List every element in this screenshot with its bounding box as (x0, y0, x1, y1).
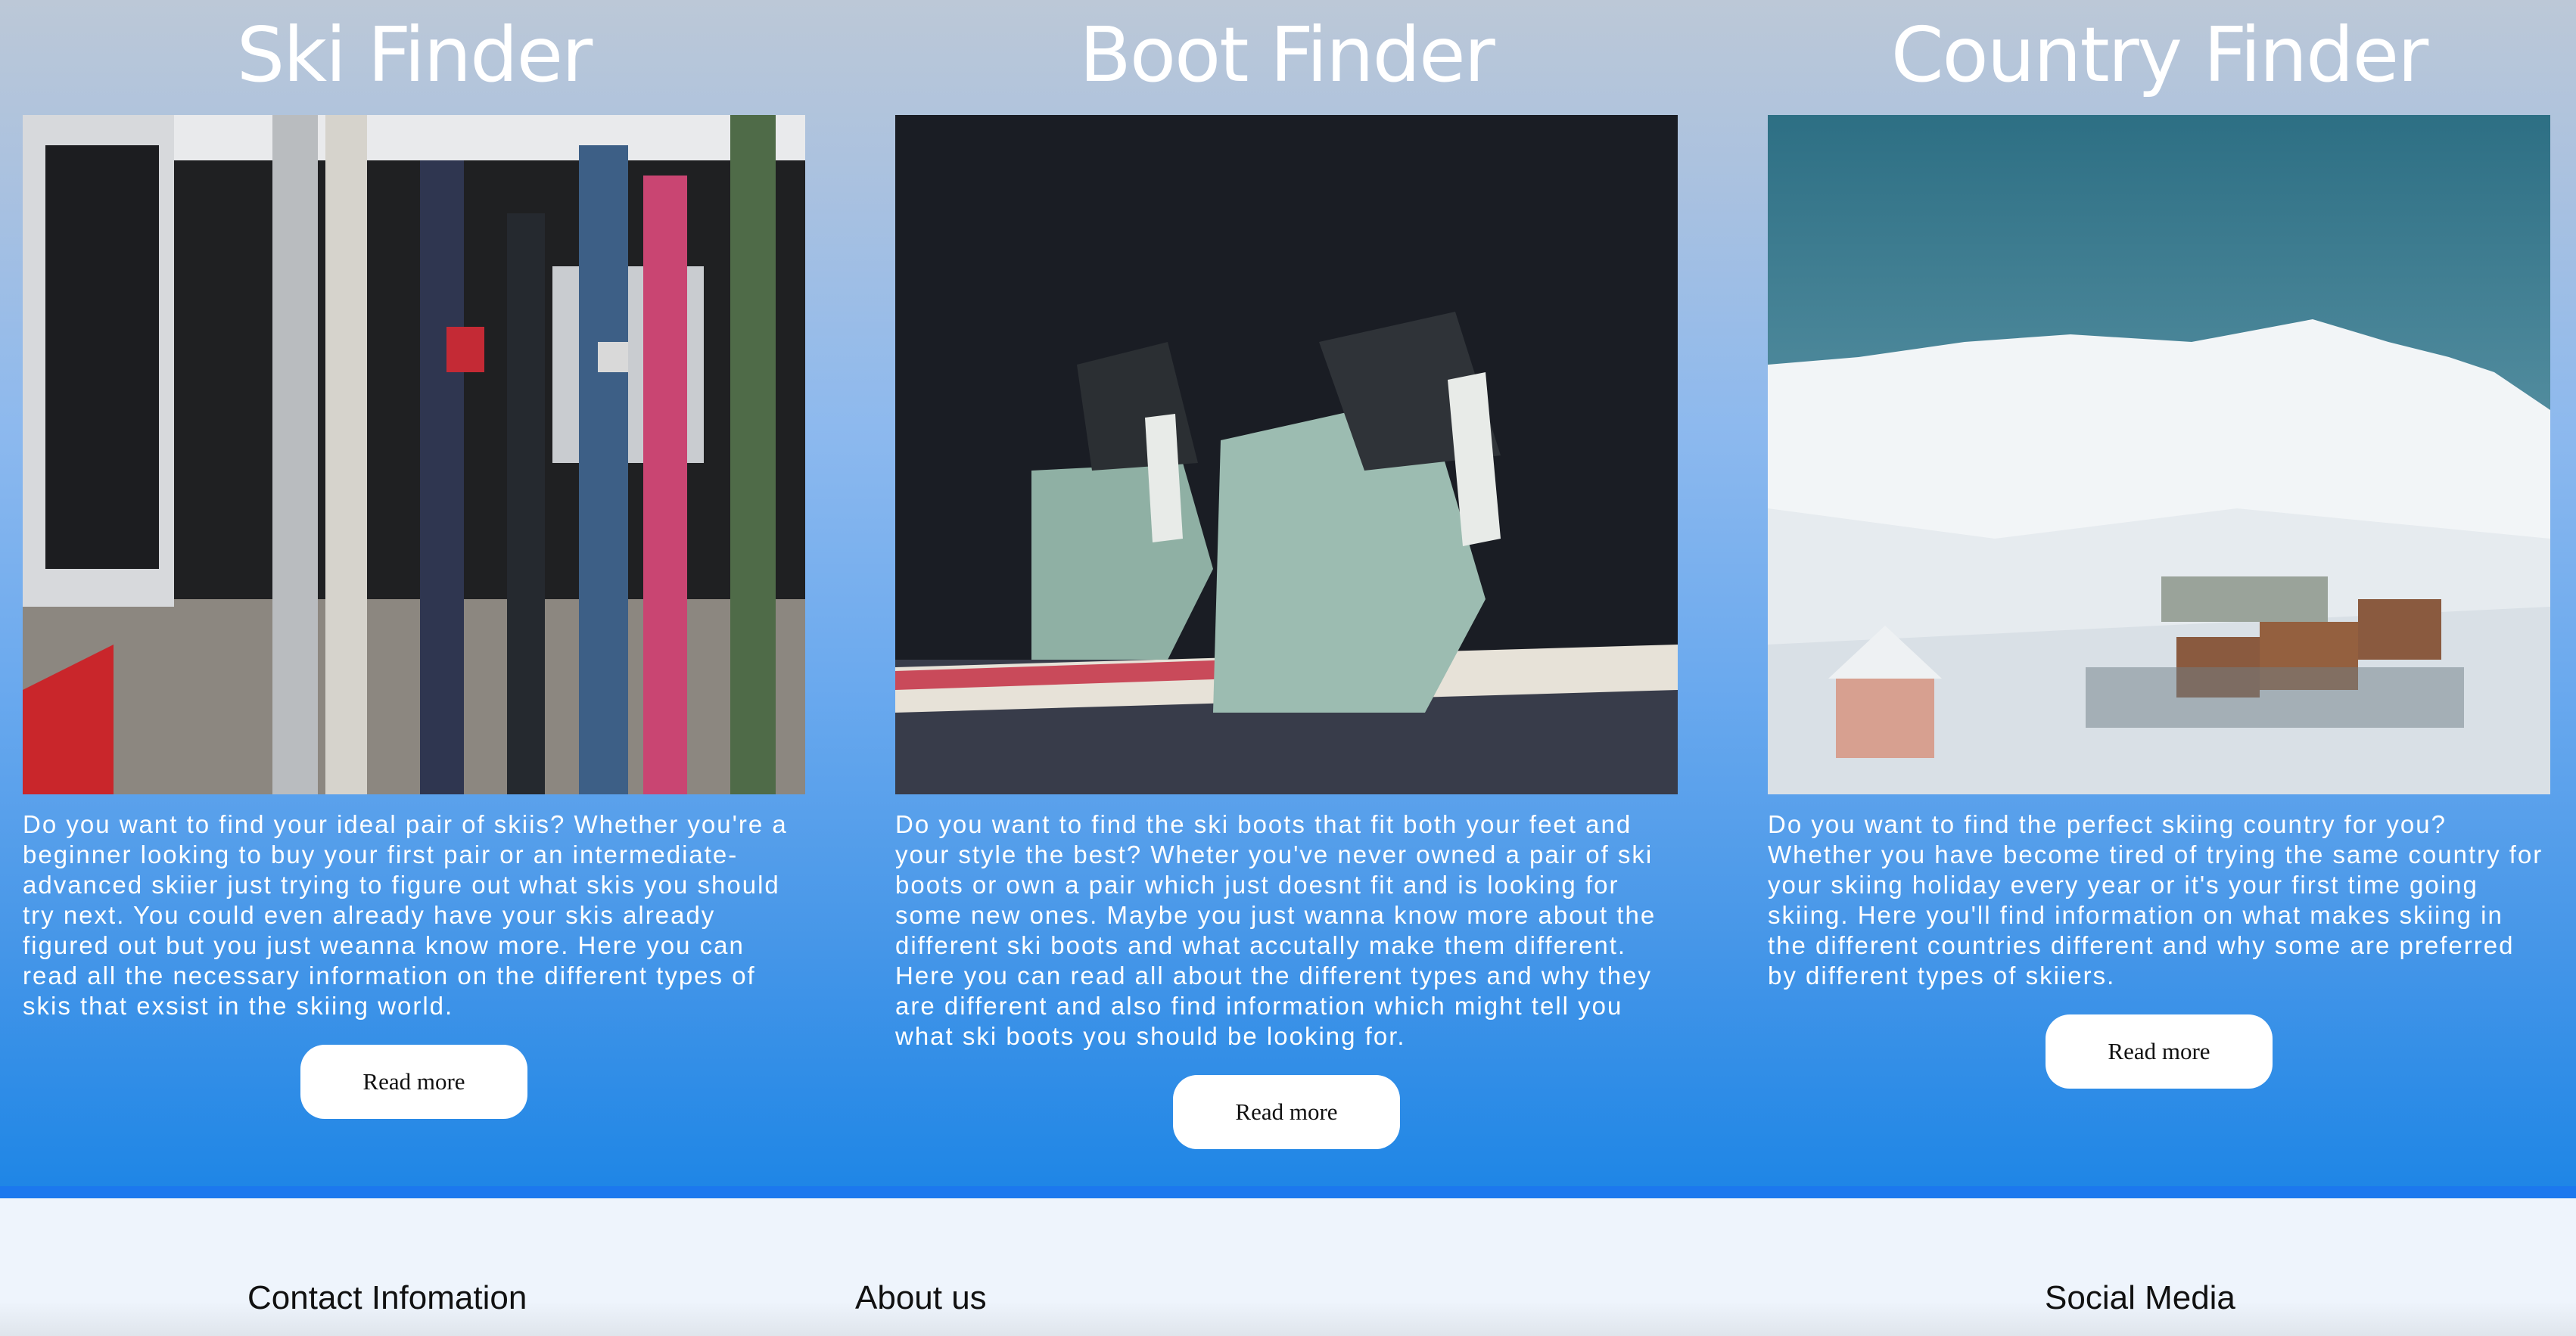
skis-photo (23, 115, 805, 794)
snowy-mountain-photo (1768, 115, 2550, 794)
boot-finder-description: Do you want to find the ski boots that f… (895, 810, 1657, 1050)
country-finder-description: Do you want to find the perfect skiing c… (1768, 810, 2543, 990)
boot-finder-card: Boot Finder Do you want to find the ski … (895, 0, 1678, 1180)
footer-social-heading: Social Media (2045, 1279, 2235, 1316)
ski-finder-description: Do you want to find your ideal pair of s… (23, 810, 788, 1020)
footer-about-heading: About us (855, 1279, 987, 1316)
country-finder-read-more-button[interactable]: Read more (2046, 1014, 2273, 1089)
ski-boots-photo (895, 115, 1678, 794)
section-divider (0, 1186, 2576, 1198)
country-finder-card: Country Finder Do you want to find the p… (1768, 0, 2550, 1180)
ski-finder-read-more-button[interactable]: Read more (300, 1045, 527, 1119)
boot-finder-title: Boot Finder (1079, 11, 1495, 99)
ski-finder-card: Ski Finder Do you want to find your idea… (23, 0, 805, 1180)
footer-contact-heading: Contact Infomation (247, 1279, 527, 1316)
country-finder-title: Country Finder (1890, 11, 2429, 99)
boot-finder-read-more-button[interactable]: Read more (1173, 1075, 1400, 1149)
ski-finder-title: Ski Finder (236, 11, 593, 99)
